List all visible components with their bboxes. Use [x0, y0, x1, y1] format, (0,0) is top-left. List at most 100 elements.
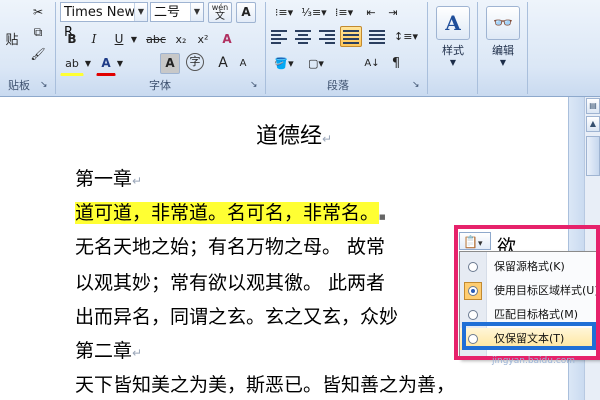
distributed-icon: [369, 30, 385, 44]
superscript-button[interactable]: x²: [192, 29, 214, 50]
line-text: 以观其妙；常有欲以观其徼。 此两者: [75, 272, 386, 294]
styles-label: 样式: [442, 44, 464, 57]
scroll-up-icon[interactable]: ▲: [586, 116, 600, 132]
editing-button[interactable]: 👓 编辑 ▼: [482, 2, 524, 70]
chevron-down-icon[interactable]: ▼: [134, 3, 147, 21]
grow-font-button[interactable]: A: [214, 53, 232, 74]
radio-icon: [468, 310, 478, 320]
font-size-value: 二号: [154, 5, 181, 20]
line-spacing-button[interactable]: ↕≡▾: [392, 26, 420, 47]
ribbon: 贴 ✂ ⧉ 🖌 贴板 ↘ Times New R ▼ 二号 ▼ wén 文 A …: [0, 0, 600, 97]
paragraph-mark: ↵: [132, 346, 143, 360]
chevron-down-icon: ▼: [499, 58, 507, 67]
menu-item-label: 仅保留文本(T): [494, 332, 565, 345]
paste-button[interactable]: 贴: [0, 30, 24, 54]
sort-button[interactable]: A↓: [360, 53, 384, 74]
italic-button[interactable]: I: [84, 29, 104, 50]
chevron-down-icon: ▾: [477, 239, 483, 249]
radio-selected-icon: [468, 286, 478, 296]
styles-icon: A: [436, 6, 470, 40]
doc-line-2: 道可道，非常道。名可名，非常名。■: [75, 198, 386, 225]
paste-option-match-destination[interactable]: 匹配目标格式(M): [460, 304, 600, 326]
paragraph-launcher-icon[interactable]: ↘: [412, 80, 422, 90]
align-right-button[interactable]: [316, 26, 338, 47]
borders-button[interactable]: ▢▾: [302, 53, 330, 74]
chevron-down-icon[interactable]: ▼: [82, 53, 94, 74]
copy-icon[interactable]: ⧉: [28, 22, 48, 43]
doc-line-1: 第一章↵: [75, 164, 142, 191]
doc-line-5: 出而异名，同谓之玄。玄之又玄，众妙: [75, 302, 398, 329]
character-border-button[interactable]: A: [236, 2, 256, 23]
paragraph-mark: ↵: [132, 174, 143, 188]
line-text: 第二章: [75, 340, 133, 362]
chevron-down-icon[interactable]: ▼: [114, 53, 126, 74]
clipboard-launcher-icon[interactable]: ↘: [40, 80, 50, 90]
line-text: 出而异名，同谓之玄。玄之又玄，众妙: [75, 306, 399, 328]
paste-option-keep-source[interactable]: 保留源格式(K): [460, 256, 600, 278]
align-left-button[interactable]: [268, 26, 290, 47]
highlight-button[interactable]: ab: [60, 53, 84, 76]
end-mark: ■: [379, 213, 386, 221]
watermark-text: jingyan.baidu.com: [492, 356, 576, 366]
increase-indent-button[interactable]: ⇥: [382, 2, 404, 23]
highlighted-line-text: 道可道，非常道。名可名，非常名。: [75, 202, 380, 224]
line-text: 天下皆知美之为美，斯恶已。皆知善之为善，: [75, 374, 456, 396]
align-left-icon: [271, 30, 287, 44]
justify-button[interactable]: [340, 26, 362, 47]
radio-icon: [468, 334, 478, 344]
distributed-button[interactable]: [366, 26, 388, 47]
styles-button[interactable]: A 样式 ▼: [432, 2, 474, 70]
separator: [477, 2, 478, 94]
bold-button[interactable]: B: [62, 29, 82, 50]
enclose-characters-button[interactable]: 字: [186, 53, 204, 71]
format-painter-icon[interactable]: 🖌: [28, 44, 48, 65]
character-shading-button[interactable]: A: [160, 53, 180, 74]
bullets-button[interactable]: ⁝≡▾: [270, 2, 298, 23]
doc-line-4: 以观其妙；常有欲以观其徼。 此两者: [75, 268, 385, 295]
cut-icon[interactable]: ✂: [28, 2, 48, 23]
chevron-down-icon[interactable]: ▼: [128, 29, 140, 50]
doc-line-7: 天下皆知美之为美，斯恶已。皆知善之为善，: [75, 370, 455, 397]
font-group-label: 字体: [149, 79, 171, 92]
paragraph-mark: ↵: [322, 132, 333, 146]
line-text: 第一章: [75, 168, 133, 190]
chevron-down-icon[interactable]: ▼: [190, 3, 203, 21]
paste-options-button[interactable]: 📋▾: [459, 232, 491, 250]
font-color-button[interactable]: A: [96, 53, 116, 76]
menu-item-label: 匹配目标格式(M): [494, 308, 579, 321]
shading-button[interactable]: 🪣▾: [270, 53, 298, 74]
doc-line-3: 无名天地之始；有名万物之母。 故常: [75, 232, 385, 259]
multilevel-list-button[interactable]: ⁞≡▾: [330, 2, 358, 23]
clear-formatting-button[interactable]: A: [216, 29, 238, 50]
ruler-toggle-icon[interactable]: ▤: [586, 98, 600, 114]
strikethrough-button[interactable]: abc: [142, 29, 170, 50]
decrease-indent-button[interactable]: ⇤: [360, 2, 382, 23]
font-size-combo[interactable]: 二号 ▼: [150, 2, 204, 22]
paragraph-group-label: 段落: [327, 79, 349, 92]
numbering-button[interactable]: ⅓≡▾: [300, 2, 328, 23]
phonetic-char: 文: [215, 11, 225, 22]
separator: [527, 2, 528, 94]
binoculars-icon: 👓: [486, 6, 520, 40]
align-right-icon: [319, 30, 335, 44]
separator: [427, 2, 428, 94]
justify-icon: [343, 30, 359, 44]
scroll-thumb[interactable]: [586, 136, 600, 176]
align-center-button[interactable]: [292, 26, 314, 47]
show-marks-button[interactable]: ¶: [386, 53, 406, 74]
paste-options-menu: 保留源格式(K) 使用目标区域样式(U) 匹配目标格式(M) 仅保留文本(T): [459, 251, 600, 359]
clipboard-icon: 📋: [463, 235, 478, 249]
clipboard-group-label: 贴板: [8, 79, 30, 92]
underline-button[interactable]: U: [108, 29, 130, 50]
font-name-combo[interactable]: Times New R ▼: [60, 2, 148, 40]
font-launcher-icon[interactable]: ↘: [250, 80, 260, 90]
paste-option-use-destination-style[interactable]: 使用目标区域样式(U): [460, 280, 600, 302]
menu-item-label: 使用目标区域样式(U): [494, 284, 599, 297]
line-text: 无名天地之始；有名万物之母。 故常: [75, 236, 386, 258]
title-text: 道德经: [256, 124, 323, 149]
subscript-button[interactable]: x₂: [170, 29, 192, 50]
phonetic-guide-button[interactable]: wén 文: [208, 2, 232, 23]
shrink-font-button[interactable]: A: [234, 53, 252, 74]
paste-option-keep-text-only[interactable]: 仅保留文本(T): [460, 328, 600, 350]
radio-icon: [468, 262, 478, 272]
